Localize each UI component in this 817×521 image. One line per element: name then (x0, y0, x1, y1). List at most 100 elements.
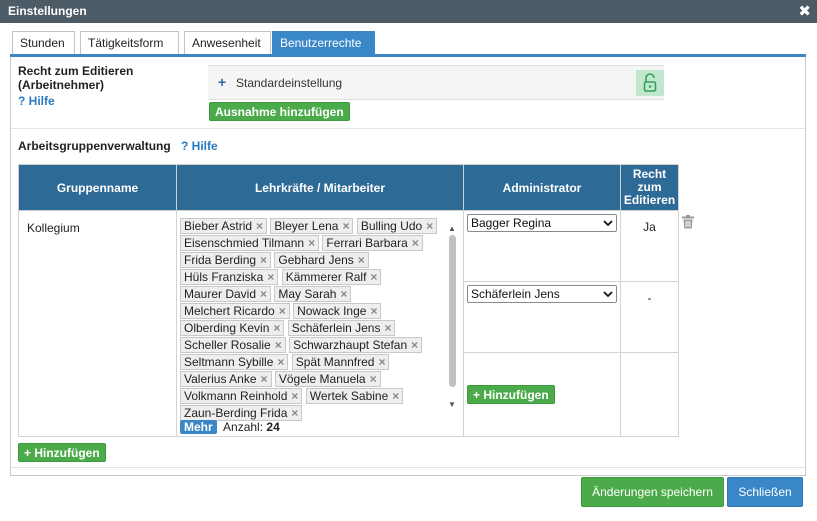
trash-icon[interactable] (682, 215, 694, 232)
staff-tag: Gebhard Jens × (274, 252, 369, 268)
scroll-up-icon[interactable]: ▲ (447, 225, 457, 233)
admin-select[interactable]: Schäferlein Jens (467, 285, 617, 303)
staff-tag: Scheller Rosalie × (180, 337, 286, 353)
staff-tag-label: Frida Berding (184, 253, 257, 267)
staff-tag: Zaun-Berding Frida × (180, 405, 303, 421)
close-icon[interactable]: ✖ (798, 2, 811, 20)
tab-stunden[interactable]: Stunden (12, 31, 75, 55)
admin-select[interactable]: Bagger Regina (467, 214, 617, 232)
remove-tag-icon[interactable]: × (291, 406, 298, 420)
staff-tag: Seltmann Sybille × (180, 354, 289, 370)
remove-tag-icon[interactable]: × (340, 287, 347, 301)
remove-tag-icon[interactable]: × (273, 321, 280, 335)
add-admin-button[interactable]: + Hinzufügen (467, 385, 555, 404)
staff-tag: Schwarzhaupt Stefan × (289, 337, 423, 353)
remove-tag-icon[interactable]: × (392, 389, 399, 403)
staff-tag: Wertek Sabine × (305, 388, 404, 404)
right-cell: - (620, 281, 679, 353)
standard-setting-row: + Standardeinstellung (208, 65, 664, 100)
remove-tag-icon[interactable]: × (279, 304, 286, 318)
staff-cell: Bieber Astrid × Bleyer Lena × Bulling Udo ×… (176, 210, 464, 437)
col-header-right-line3: Editieren (623, 193, 676, 207)
staff-tag: Hüls Franziska × (180, 269, 279, 285)
save-button[interactable]: Änderungen speichern (581, 477, 724, 507)
unlock-icon[interactable] (636, 70, 664, 96)
help-link[interactable]: ? Hilfe (18, 94, 55, 108)
admin-cell: Schäferlein Jens (463, 281, 621, 353)
remove-tag-icon[interactable]: × (426, 219, 433, 233)
col-header-staff: Lehrkräfte / Mitarbeiter (176, 164, 464, 211)
group-admin-label: Arbeitsgruppenverwaltung (18, 139, 171, 153)
staff-tags: Bieber Astrid × Bleyer Lena × Bulling Udo ×… (180, 218, 445, 422)
remove-tag-icon[interactable]: × (256, 219, 263, 233)
remove-tag-icon[interactable]: × (291, 389, 298, 403)
remove-tag-icon[interactable]: × (267, 270, 274, 284)
more-button[interactable]: Mehr (180, 420, 217, 434)
staff-tag-label: Bleyer Lena (274, 219, 339, 233)
staff-tag-label: Bieber Astrid (184, 219, 253, 233)
add-group-button[interactable]: + Hinzufügen (18, 443, 106, 462)
window-titlebar: Einstellungen ✖ (0, 0, 817, 23)
scroll-down-icon[interactable]: ▼ (447, 401, 457, 409)
remove-tag-icon[interactable]: × (277, 355, 284, 369)
staff-tag-label: Maurer David (184, 287, 257, 301)
staff-tag-label: Eisenschmied Tilmann (184, 236, 305, 250)
right-empty-cell (620, 352, 679, 437)
staff-tag-label: Melchert Ricardo (184, 304, 275, 318)
staff-tag: May Sarah × (274, 286, 352, 302)
col-header-group-name: Gruppenname (18, 164, 177, 211)
remove-tag-icon[interactable]: × (260, 253, 267, 267)
remove-tag-icon[interactable]: × (260, 287, 267, 301)
staff-tag-label: Olberding Kevin (184, 321, 270, 335)
remove-tag-icon[interactable]: × (358, 253, 365, 267)
scrollbar-thumb[interactable] (449, 235, 456, 387)
window-title: Einstellungen (8, 4, 87, 18)
count-value: 24 (266, 420, 280, 434)
admin-add-cell: + Hinzufügen (463, 352, 621, 437)
count-label: Anzahl: (223, 420, 264, 434)
expand-icon[interactable]: + (218, 74, 226, 90)
remove-tag-icon[interactable]: × (378, 355, 385, 369)
right-value: - (647, 291, 652, 305)
staff-tag-label: Ferrari Barbara (326, 236, 408, 250)
staff-tag-label: Hüls Franziska (184, 270, 264, 284)
right-cell: Ja (620, 210, 679, 282)
staff-tag: Frida Berding × (180, 252, 272, 268)
staff-tag: Spät Mannfred × (291, 354, 390, 370)
col-header-admin: Administrator (463, 164, 621, 211)
staff-tag-label: Valerius Anke (184, 372, 257, 386)
remove-tag-icon[interactable]: × (411, 338, 418, 352)
admin-select-value: Bagger Regina (471, 216, 552, 230)
staff-tag: Eisenschmied Tilmann × (180, 235, 320, 251)
remove-tag-icon[interactable]: × (342, 219, 349, 233)
edit-right-sublabel: (Arbeitnehmer) (18, 78, 105, 92)
divider (11, 128, 805, 129)
remove-tag-icon[interactable]: × (370, 372, 377, 386)
add-exception-button[interactable]: Ausnahme hinzufügen (209, 102, 350, 121)
remove-tag-icon[interactable]: × (308, 236, 315, 250)
staff-tag-label: Bulling Udo (360, 219, 423, 233)
close-button[interactable]: Schließen (727, 477, 803, 507)
admin-cell: Bagger Regina (463, 210, 621, 282)
remove-tag-icon[interactable]: × (412, 236, 419, 250)
staff-tag-label: Spät Mannfred (295, 355, 375, 369)
staff-tag-label: Vögele Manuela (278, 372, 366, 386)
col-header-right: Recht zum Editieren (620, 164, 679, 211)
remove-tag-icon[interactable]: × (275, 338, 282, 352)
tab-anwesenheit[interactable]: Anwesenheit (184, 31, 271, 55)
tab-benutzerrechte[interactable]: Benutzerrechte (272, 31, 375, 55)
group-name: Kollegium (27, 221, 80, 235)
staff-tag-label: Zaun-Berding Frida (184, 406, 288, 420)
staff-tag: Bleyer Lena × (270, 218, 354, 234)
staff-tag: Bulling Udo × (356, 218, 438, 234)
remove-tag-icon[interactable]: × (261, 372, 268, 386)
remove-tag-icon[interactable]: × (384, 321, 391, 335)
edit-right-label: Recht zum Editieren (18, 64, 134, 78)
group-help-link[interactable]: ? Hilfe (181, 139, 218, 153)
tab-taetigkeitsform[interactable]: Tätigkeitsform (80, 31, 179, 55)
staff-tag: Olberding Kevin × (180, 320, 285, 336)
remove-tag-icon[interactable]: × (370, 304, 377, 318)
divider (11, 467, 805, 468)
remove-tag-icon[interactable]: × (370, 270, 377, 284)
staff-tag: Schäferlein Jens × (287, 320, 396, 336)
